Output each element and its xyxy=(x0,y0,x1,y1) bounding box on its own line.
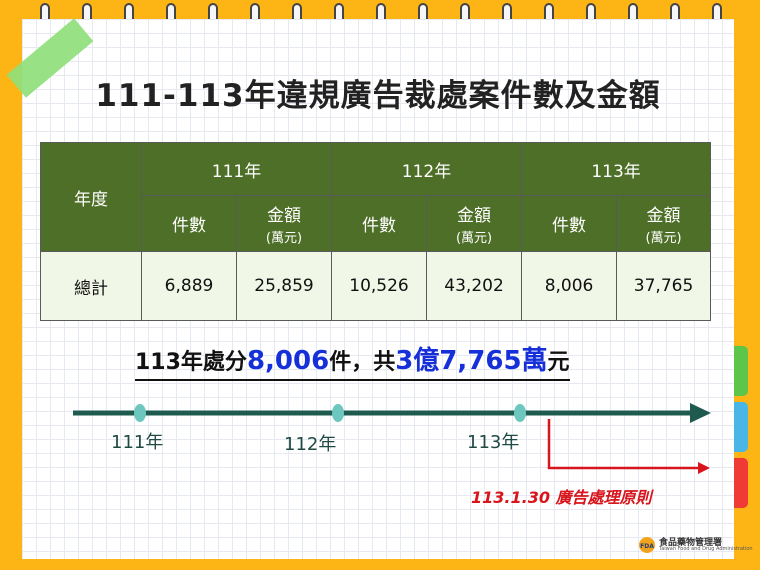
timeline-marker xyxy=(514,404,526,422)
event-connector xyxy=(547,419,700,470)
logo-name-en: Taiwan Food and Drug Administration xyxy=(659,546,753,552)
fda-logo-mark-icon: FDA xyxy=(639,537,655,553)
timeline-marker xyxy=(134,404,146,422)
timeline-label: 112年 xyxy=(284,434,337,455)
timeline-label: 113年 xyxy=(467,432,520,453)
timeline-label: 111年 xyxy=(111,432,164,453)
fda-logo: FDA 食品藥物管理署 Taiwan Food and Drug Adminis… xyxy=(638,534,753,556)
timeline-arrowhead xyxy=(690,403,711,423)
event-label: 113.1.30 廣告處理原則 xyxy=(471,488,652,507)
event-arrowhead xyxy=(698,462,710,474)
timeline-marker xyxy=(332,404,344,422)
logo-mark-text: FDA xyxy=(640,543,654,550)
